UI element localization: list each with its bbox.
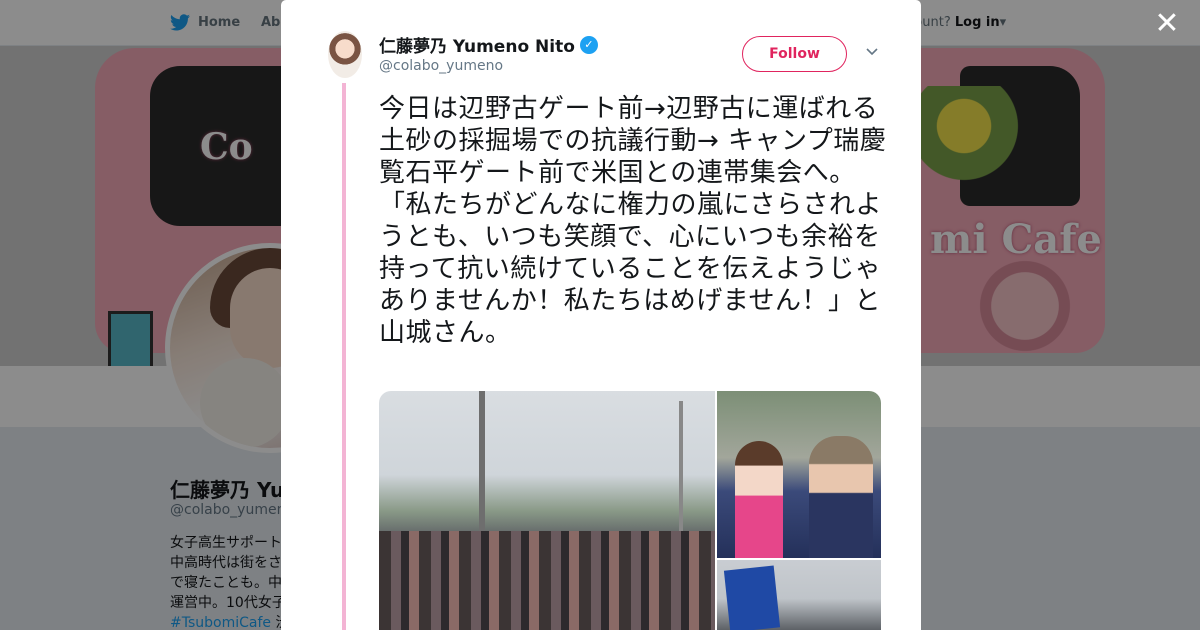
thread-line: [342, 83, 346, 630]
author-handle[interactable]: @colabo_yumeno: [379, 58, 503, 74]
close-icon[interactable]: ✕: [1153, 9, 1181, 39]
tweet-photo[interactable]: [717, 560, 881, 630]
tweet-media-grid: [379, 391, 881, 630]
author-avatar[interactable]: [328, 31, 362, 78]
photo-person: [735, 441, 783, 558]
photo-sign: [723, 565, 781, 630]
author-name: 仁藤夢乃 Yumeno Nito: [379, 37, 575, 57]
tweet-photo[interactable]: [717, 391, 881, 558]
photo-crowd: [379, 531, 715, 630]
tweet-text: 今日は辺野古ゲート前→辺野古に運ばれる土砂の採掘場での抗議行動→ キャンプ瑞慶覧…: [379, 94, 887, 348]
verified-badge-icon: ✓: [579, 35, 598, 54]
follow-button[interactable]: Follow: [742, 36, 847, 72]
chevron-down-icon-shape: [866, 48, 878, 56]
photo-person: [809, 436, 873, 558]
chevron-down-icon[interactable]: [865, 44, 879, 58]
tweet-photo[interactable]: [379, 391, 715, 630]
tweet-modal: 仁藤夢乃 Yumeno Nito ✓ @colabo_yumeno Follow…: [281, 0, 921, 630]
author-name-row[interactable]: 仁藤夢乃 Yumeno Nito ✓: [379, 32, 598, 57]
